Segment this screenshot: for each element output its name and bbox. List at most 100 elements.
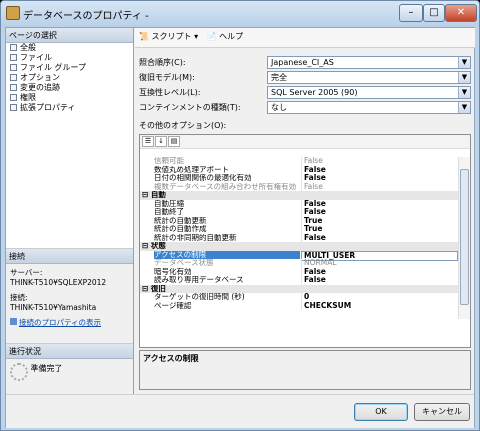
- page-list: 全般 ファイル ファイル グループ オプション 変更の追跡 権限 拡張プロパティ: [6, 43, 133, 113]
- grid-row[interactable]: 自動終了 False: [140, 208, 458, 217]
- page-item[interactable]: 拡張プロパティ: [6, 103, 133, 113]
- chevron-down-icon[interactable]: ▼: [458, 57, 470, 68]
- options-grid: ☰ ↓ ▤ 信頼可能 False 数値丸め処理アボート False 日付の相関関係の最適化有…: [139, 134, 471, 348]
- minimize-button[interactable]: –: [399, 4, 423, 22]
- grid-property-name: 読み取り専用データベース: [154, 276, 244, 284]
- containment-value: なし: [271, 103, 287, 112]
- chevron-down-icon[interactable]: ▾: [194, 32, 198, 41]
- grid-property-value: False: [301, 208, 458, 217]
- collation-label: 照合順序(C):: [139, 58, 186, 67]
- grid-property-name: 日付の相関関係の最適化有効: [154, 174, 252, 182]
- grid-row[interactable]: 数値丸め処理アボート False: [140, 165, 458, 174]
- connection-label: 接続:: [10, 293, 28, 302]
- grid-row[interactable]: ページ確認 CHECKSUM: [140, 301, 458, 310]
- grid-property-value: CHECKSUM: [301, 301, 458, 310]
- page-select-header: ページの選択: [6, 28, 133, 43]
- page-item[interactable]: オプション: [6, 73, 133, 83]
- page-icon: [10, 64, 17, 71]
- categorized-icon[interactable]: ☰: [142, 136, 154, 147]
- grid-property-name: ⊟ 復旧: [142, 284, 166, 293]
- page-icon: [10, 44, 17, 51]
- properties-window: データベースのプロパティ - – □ ✕ ページの選択 全般 ファイル ファイル グ…: [0, 0, 480, 431]
- connection-header: 接続: [6, 249, 133, 264]
- page-item[interactable]: 全般: [6, 43, 133, 53]
- compat-value: SQL Server 2005 (90): [271, 88, 358, 97]
- toolbar: 📜 スクリプト ▾ 📄 ヘルプ: [135, 28, 475, 48]
- script-button[interactable]: スクリプト: [152, 32, 192, 41]
- grid-category[interactable]: ⊟ 状態: [140, 242, 458, 251]
- chevron-down-icon[interactable]: ▼: [458, 102, 470, 113]
- page-item-label: ファイル グループ: [20, 63, 87, 72]
- grid-property-name: 複数データベースの組み合わせ所有権有効: [154, 182, 297, 191]
- collation-select[interactable]: Japanese_CI_AS ▼: [267, 56, 471, 69]
- grid-row[interactable]: 自動圧縮 False: [140, 199, 458, 208]
- close-button[interactable]: ✕: [445, 4, 477, 22]
- page-item-label: 権限: [20, 93, 36, 102]
- recovery-select[interactable]: 完全 ▼: [267, 71, 471, 84]
- cancel-button[interactable]: キャンセル: [414, 403, 470, 421]
- grid-body: 信頼可能 False 数値丸め処理アボート False 日付の相関関係の最適化有効 Fal…: [140, 157, 458, 321]
- button-bar: OK キャンセル: [6, 394, 474, 428]
- properties-icon: [10, 318, 17, 325]
- property-pages-icon[interactable]: ▤: [168, 136, 180, 147]
- grid-row[interactable]: データベース状態 NORMAL: [140, 259, 458, 268]
- page-item[interactable]: 権限: [6, 93, 133, 103]
- grid-row[interactable]: 統計の非同期的自動更新 False: [140, 233, 458, 242]
- grid-property-value: False: [301, 267, 458, 276]
- grid-property-value: False: [301, 199, 458, 208]
- grid-row[interactable]: 信頼可能 False: [140, 157, 458, 166]
- scroll-thumb[interactable]: [460, 169, 469, 305]
- grid-property-value: True: [301, 216, 458, 225]
- page-item-label: オプション: [20, 73, 60, 82]
- window-title: データベースのプロパティ -: [23, 11, 149, 22]
- grid-property-value: 0: [301, 293, 458, 302]
- grid-row[interactable]: 日付の相関関係の最適化有効 False: [140, 174, 458, 183]
- page-item[interactable]: ファイル: [6, 53, 133, 63]
- grid-property-name: 暗号化有効: [154, 267, 192, 276]
- title-bar[interactable]: データベースのプロパティ - – □ ✕: [1, 1, 479, 27]
- chevron-down-icon[interactable]: ▼: [458, 72, 470, 83]
- sort-az-icon[interactable]: ↓: [155, 136, 167, 147]
- dialog-client: ページの選択 全般 ファイル ファイル グループ オプション 変更の追跡 権限 拡張プロパテ…: [5, 27, 475, 428]
- containment-select[interactable]: なし ▼: [267, 101, 471, 114]
- grid-row[interactable]: 読み取り専用データベース False: [140, 276, 458, 285]
- connection-properties-link[interactable]: 接続のプロパティの表示: [10, 318, 129, 328]
- compat-label: 互換性レベル(L):: [139, 88, 201, 97]
- page-item[interactable]: ファイル グループ: [6, 63, 133, 73]
- grid-row[interactable]: ターゲットの復旧時間 (秒) 0: [140, 293, 458, 302]
- grid-property-value: False: [301, 165, 458, 174]
- page-item[interactable]: 変更の追跡: [6, 83, 133, 93]
- chevron-down-icon[interactable]: ▼: [458, 87, 470, 98]
- grid-property-name: ⊟ 状態: [142, 242, 166, 250]
- grid-row[interactable]: アクセスの制限 MULTI_USER: [140, 250, 458, 261]
- other-options-label: その他のオプション(O):: [139, 121, 227, 130]
- page-icon: [10, 84, 17, 91]
- compat-select[interactable]: SQL Server 2005 (90) ▼: [267, 86, 471, 99]
- ok-button[interactable]: OK: [354, 403, 408, 421]
- grid-row[interactable]: 暗号化有効 False: [140, 267, 458, 276]
- grid-row[interactable]: 複数データベースの組み合わせ所有権有効 False: [140, 182, 458, 191]
- progress-text: 準備完了: [30, 364, 63, 373]
- help-button[interactable]: ヘルプ: [219, 32, 243, 41]
- grid-property-name: 統計の自動作成: [154, 225, 207, 233]
- page-item-label: 拡張プロパティ: [20, 103, 76, 112]
- grid-property-name: 統計の自動更新: [154, 216, 207, 225]
- grid-property-name: ページ確認: [154, 301, 192, 310]
- grid-row[interactable]: 統計の自動更新 True: [140, 216, 458, 225]
- right-pane: 📜 スクリプト ▾ 📄 ヘルプ 照合順序(C): Japanese_CI_AS ▼…: [135, 28, 475, 394]
- grid-property-name: 統計の非同期的自動更新: [154, 233, 237, 242]
- grid-row[interactable]: 統計の自動作成 True: [140, 225, 458, 234]
- recovery-row: 復旧モデル(M): 完全 ▼: [139, 71, 471, 84]
- grid-scrollbar[interactable]: [458, 157, 470, 319]
- page-icon: [10, 94, 17, 101]
- page-item-label: 全般: [20, 43, 36, 52]
- other-options-row: その他のオプション(O):: [139, 119, 471, 132]
- progress-header: 進行状況: [6, 344, 133, 359]
- maximize-button[interactable]: □: [423, 4, 445, 22]
- grid-property-value: False: [301, 174, 458, 183]
- grid-category[interactable]: ⊟ 自動: [140, 191, 458, 200]
- grid-category[interactable]: ⊟ 復旧: [140, 284, 458, 293]
- page-icon: [10, 104, 17, 111]
- grid-property-value: False: [301, 276, 458, 285]
- left-pane: ページの選択 全般 ファイル ファイル グループ オプション 変更の追跡 権限 拡張プロパテ…: [6, 28, 134, 394]
